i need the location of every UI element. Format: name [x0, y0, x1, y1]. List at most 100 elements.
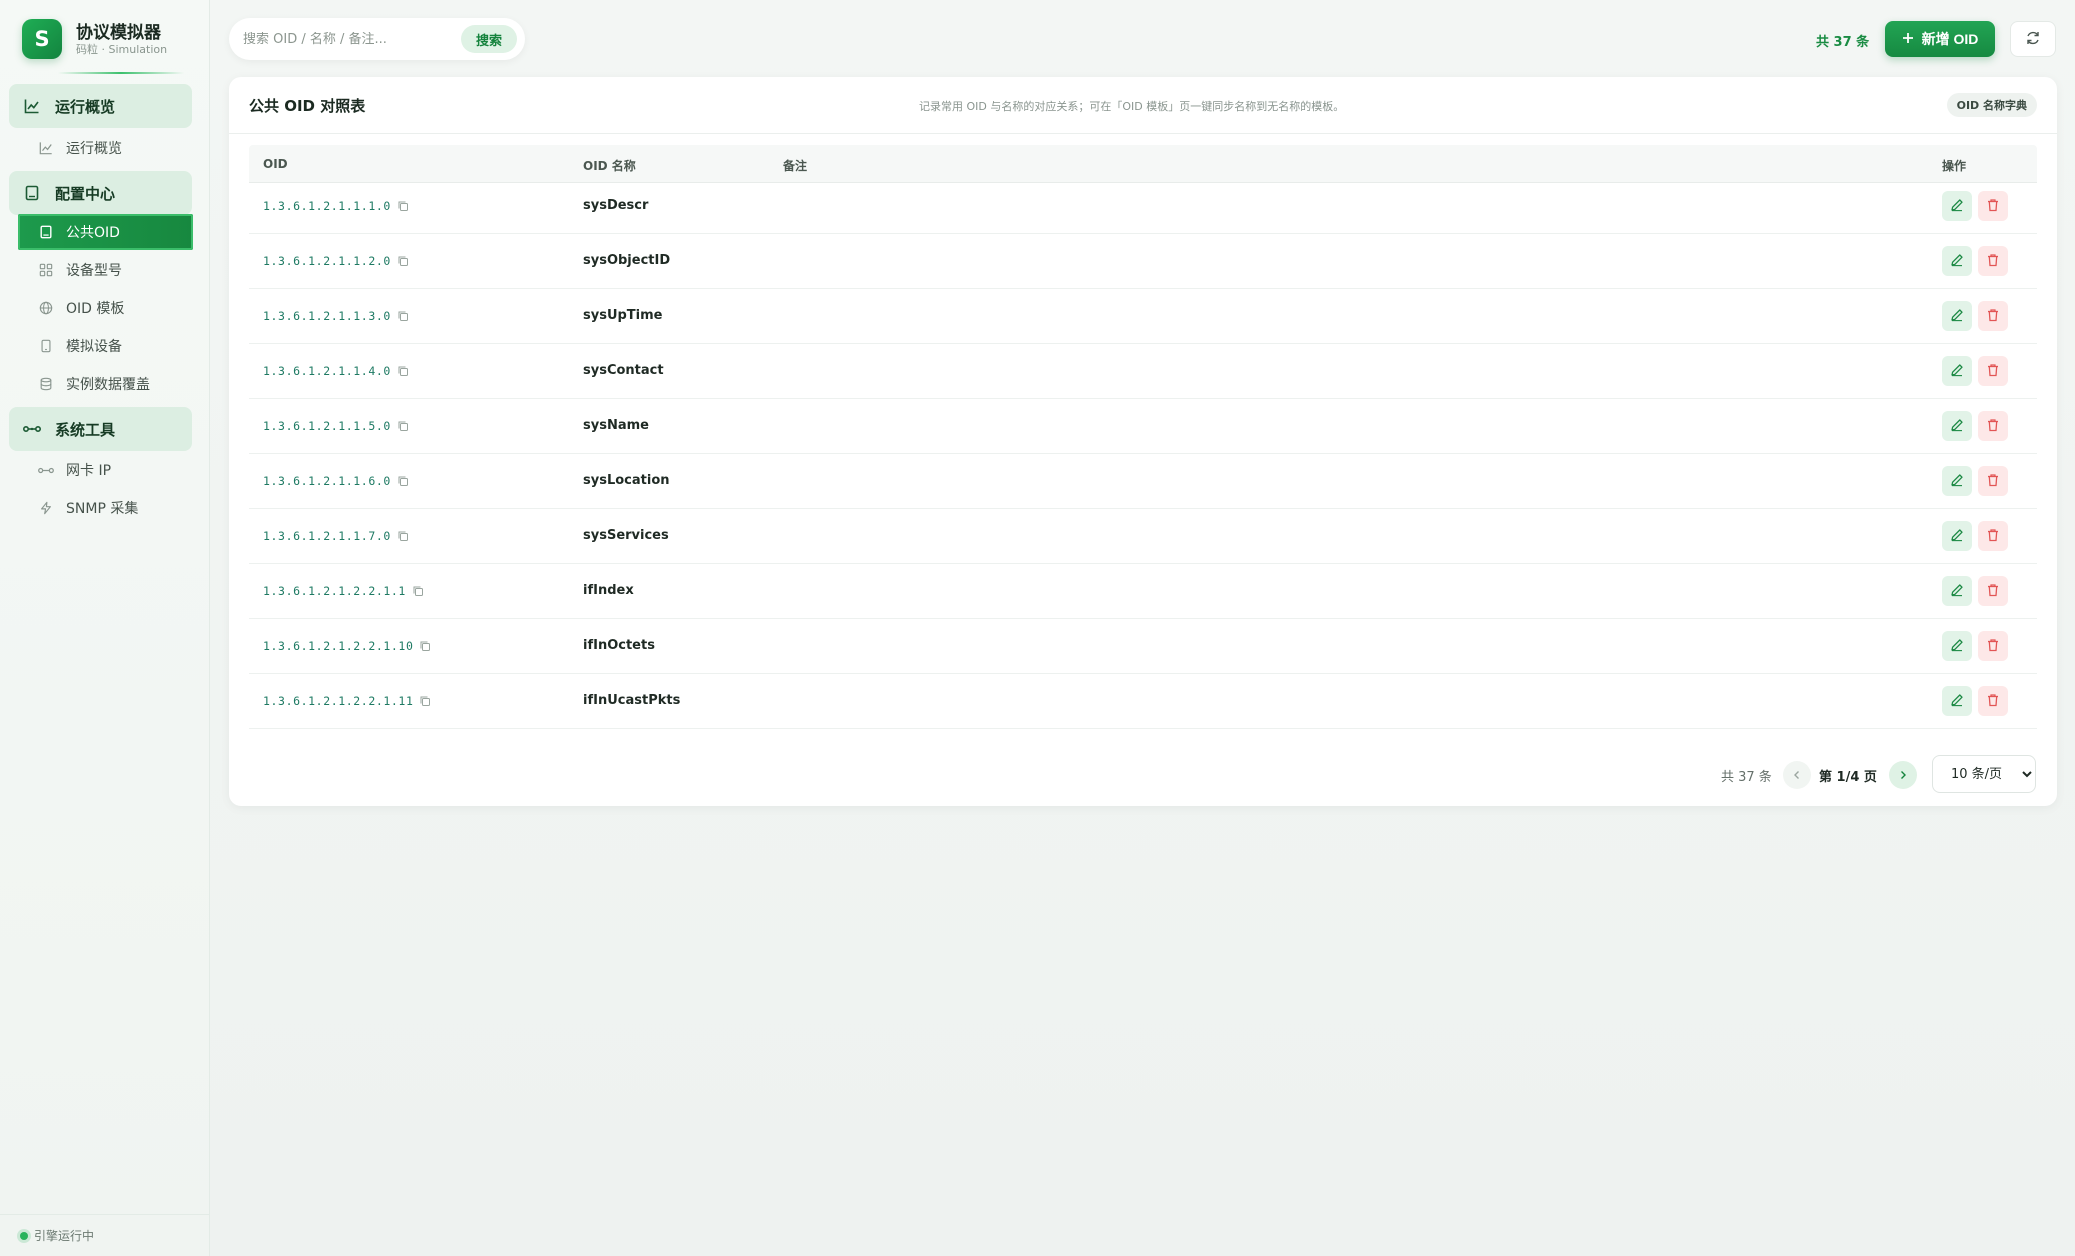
sidebar-item-nic-ip[interactable]: 网卡 IP — [18, 452, 193, 488]
copy-icon[interactable] — [397, 420, 409, 432]
edit-button[interactable] — [1942, 356, 1972, 386]
sidebar-group-tools[interactable]: 系统工具 — [9, 407, 192, 451]
sidebar-item-overview[interactable]: 运行概览 — [18, 130, 193, 166]
copy-icon[interactable] — [397, 530, 409, 542]
book-icon — [38, 224, 54, 240]
sidebar-item-oid-template[interactable]: OID 模板 — [18, 290, 193, 326]
sidebar-item-snmp-collect[interactable]: SNMP 采集 — [18, 490, 193, 526]
refresh-icon — [2025, 30, 2041, 49]
oid-cell: 1.3.6.1.2.1.1.1.0 — [263, 199, 409, 213]
pencil-icon — [1950, 363, 1964, 380]
oid-value: 1.3.6.1.2.1.2.2.1.1 — [263, 584, 406, 598]
edit-button[interactable] — [1942, 191, 1972, 221]
search-input[interactable] — [243, 31, 453, 47]
oid-cell: 1.3.6.1.2.1.1.3.0 — [263, 309, 409, 323]
edit-button[interactable] — [1942, 411, 1972, 441]
sidebar-group-config[interactable]: 配置中心 — [9, 171, 192, 215]
refresh-button[interactable] — [2010, 21, 2056, 57]
brand-subtitle: 码粒 · Simulation — [76, 42, 168, 56]
next-page-button[interactable] — [1889, 761, 1917, 789]
sidebar-item-label: 实例数据覆盖 — [66, 377, 150, 393]
copy-icon[interactable] — [412, 585, 424, 597]
oid-value: 1.3.6.1.2.1.1.1.0 — [263, 199, 391, 213]
edit-button[interactable] — [1942, 631, 1972, 661]
plus-icon — [1902, 31, 1914, 47]
oid-value: 1.3.6.1.2.1.1.3.0 — [263, 309, 391, 323]
status-dot-icon — [20, 1231, 28, 1240]
oid-name: sysLocation — [583, 473, 670, 488]
sidebar-group-label: 系统工具 — [55, 420, 116, 439]
oid-cell: 1.3.6.1.2.1.2.2.1.1 — [263, 584, 424, 598]
page-size-select[interactable]: 10 条/页 — [1932, 755, 2036, 793]
search-button[interactable]: 搜索 — [461, 25, 517, 53]
edit-button[interactable] — [1942, 686, 1972, 716]
edit-button[interactable] — [1942, 301, 1972, 331]
network-icon — [23, 420, 41, 438]
prev-page-button[interactable] — [1783, 761, 1811, 789]
copy-icon[interactable] — [397, 475, 409, 487]
oid-cell: 1.3.6.1.2.1.2.2.1.11 — [263, 694, 431, 708]
trash-icon — [1986, 308, 2000, 325]
sidebar-item-device-model[interactable]: 设备型号 — [18, 252, 193, 288]
delete-button[interactable] — [1978, 191, 2008, 221]
grid-icon — [38, 262, 54, 278]
trash-icon — [1986, 583, 2000, 600]
line-chart-icon — [23, 97, 41, 115]
delete-button[interactable] — [1978, 576, 2008, 606]
copy-icon[interactable] — [397, 310, 409, 322]
sidebar-group-overview[interactable]: 运行概览 — [9, 84, 192, 128]
trash-icon — [1986, 363, 2000, 380]
table-header: OID OID 名称 备注 操作 — [249, 145, 2037, 183]
edit-button[interactable] — [1942, 246, 1972, 276]
chevron-left-icon — [1792, 768, 1802, 783]
edit-button[interactable] — [1942, 521, 1972, 551]
table-row: 1.3.6.1.2.1.2.2.1.11 ifInUcastPkts — [249, 674, 2037, 729]
sidebar-item-label: 网卡 IP — [66, 463, 112, 479]
oid-name: sysObjectID — [583, 253, 671, 268]
trash-icon — [1986, 473, 2000, 490]
sidebar-item-label: 模拟设备 — [66, 339, 122, 355]
oid-name: sysServices — [583, 528, 669, 543]
edit-button[interactable] — [1942, 576, 1972, 606]
trash-icon — [1986, 418, 2000, 435]
sidebar: S 协议模拟器 码粒 · Simulation 运行概览 运行概览 配置中心 公… — [0, 0, 210, 1256]
table-row: 1.3.6.1.2.1.2.2.1.10 ifInOctets — [249, 619, 2037, 674]
add-oid-button[interactable]: 新增 OID — [1885, 21, 1995, 57]
sidebar-item-label: SNMP 采集 — [66, 501, 139, 517]
oid-cell: 1.3.6.1.2.1.1.6.0 — [263, 474, 409, 488]
delete-button[interactable] — [1978, 411, 2008, 441]
oid-value: 1.3.6.1.2.1.1.7.0 — [263, 529, 391, 543]
copy-icon[interactable] — [419, 640, 431, 652]
oid-name: ifIndex — [583, 583, 634, 598]
trash-icon — [1986, 693, 2000, 710]
delete-button[interactable] — [1978, 246, 2008, 276]
copy-icon[interactable] — [419, 695, 431, 707]
lightning-icon — [38, 500, 54, 516]
search-bar: 搜索 — [229, 18, 525, 60]
pencil-icon — [1950, 583, 1964, 600]
copy-icon[interactable] — [397, 365, 409, 377]
oid-value: 1.3.6.1.2.1.1.5.0 — [263, 419, 391, 433]
delete-button[interactable] — [1978, 686, 2008, 716]
engine-status: 引擎运行中 — [0, 1214, 210, 1256]
table-row: 1.3.6.1.2.1.1.3.0 sysUpTime — [249, 289, 2037, 344]
total-count: 共 37 条 — [1816, 35, 1870, 50]
sidebar-item-public-oid[interactable]: 公共OID — [18, 214, 193, 250]
copy-icon[interactable] — [397, 255, 409, 267]
add-oid-label: 新增 OID — [1921, 31, 1979, 47]
brand-logo: S — [22, 19, 62, 59]
oid-value: 1.3.6.1.2.1.1.2.0 — [263, 254, 391, 268]
delete-button[interactable] — [1978, 521, 2008, 551]
delete-button[interactable] — [1978, 301, 2008, 331]
copy-icon[interactable] — [397, 200, 409, 212]
sidebar-item-label: OID 模板 — [66, 301, 125, 317]
oid-cell: 1.3.6.1.2.1.2.2.1.10 — [263, 639, 431, 653]
edit-button[interactable] — [1942, 466, 1972, 496]
delete-button[interactable] — [1978, 356, 2008, 386]
brand: S 协议模拟器 码粒 · Simulation — [22, 18, 167, 60]
delete-button[interactable] — [1978, 466, 2008, 496]
sidebar-item-sim-device[interactable]: 模拟设备 — [18, 328, 193, 364]
oid-cell: 1.3.6.1.2.1.1.7.0 — [263, 529, 409, 543]
delete-button[interactable] — [1978, 631, 2008, 661]
sidebar-item-instance-override[interactable]: 实例数据覆盖 — [18, 366, 193, 402]
